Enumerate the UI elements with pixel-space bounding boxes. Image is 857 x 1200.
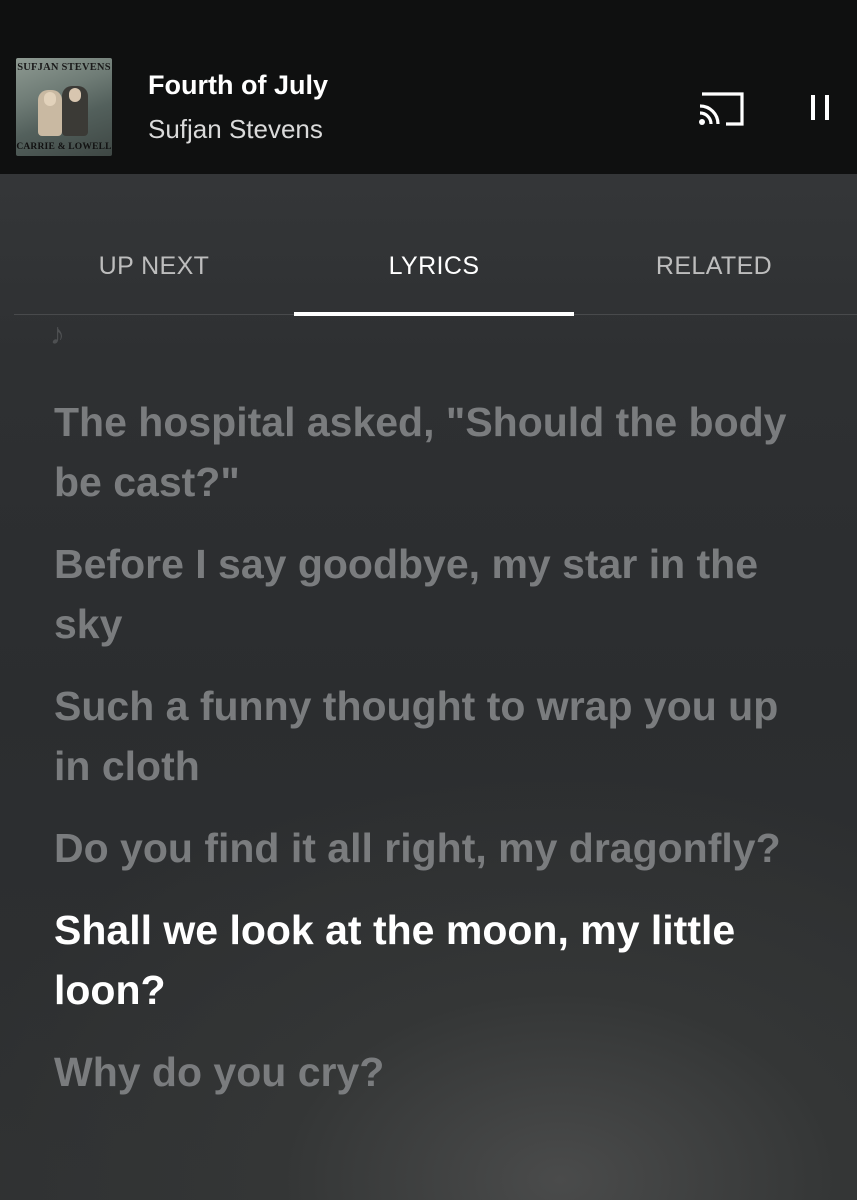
cast-icon — [699, 92, 744, 126]
cast-button[interactable] — [696, 88, 746, 128]
album-art-title-text: CARRIE & LOWELL — [16, 142, 112, 152]
pause-button[interactable] — [802, 88, 838, 128]
lyric-line[interactable]: Why do you cry? — [54, 1042, 814, 1102]
track-title: Fourth of July — [148, 70, 328, 100]
lyrics-panel[interactable]: The hospital asked, "Should the body be … — [54, 392, 814, 1124]
tab-related[interactable]: RELATED — [574, 250, 854, 300]
pause-icon — [825, 95, 829, 120]
lyric-line[interactable]: Before I say goodbye, my star in the sky — [54, 534, 814, 654]
tab-bar: UP NEXT LYRICS RELATED — [14, 232, 857, 314]
mini-player[interactable]: SUFJAN STEVENS CARRIE & LOWELL Fourth of… — [0, 0, 857, 174]
track-artist: Sufjan Stevens — [148, 114, 323, 144]
music-note-icon: ♪ — [50, 318, 65, 351]
album-art-figure-face — [44, 92, 56, 106]
lyrics-screen: SUFJAN STEVENS CARRIE & LOWELL Fourth of… — [0, 0, 857, 1200]
tab-lyrics[interactable]: LYRICS — [294, 250, 574, 300]
pause-icon — [811, 95, 815, 120]
lyric-line[interactable]: The hospital asked, "Should the body be … — [54, 392, 814, 512]
lyric-line-current[interactable]: Shall we look at the moon, my little loo… — [54, 900, 814, 1020]
lyric-line[interactable]: Do you find it all right, my dragonfly? — [54, 818, 814, 878]
album-art-figure-face — [69, 88, 81, 102]
tab-up-next[interactable]: UP NEXT — [14, 250, 294, 300]
album-art[interactable]: SUFJAN STEVENS CARRIE & LOWELL — [16, 58, 112, 156]
lyric-line[interactable]: Such a funny thought to wrap you up in c… — [54, 676, 814, 796]
album-art-artist-text: SUFJAN STEVENS — [17, 62, 111, 73]
active-tab-indicator — [294, 312, 574, 316]
